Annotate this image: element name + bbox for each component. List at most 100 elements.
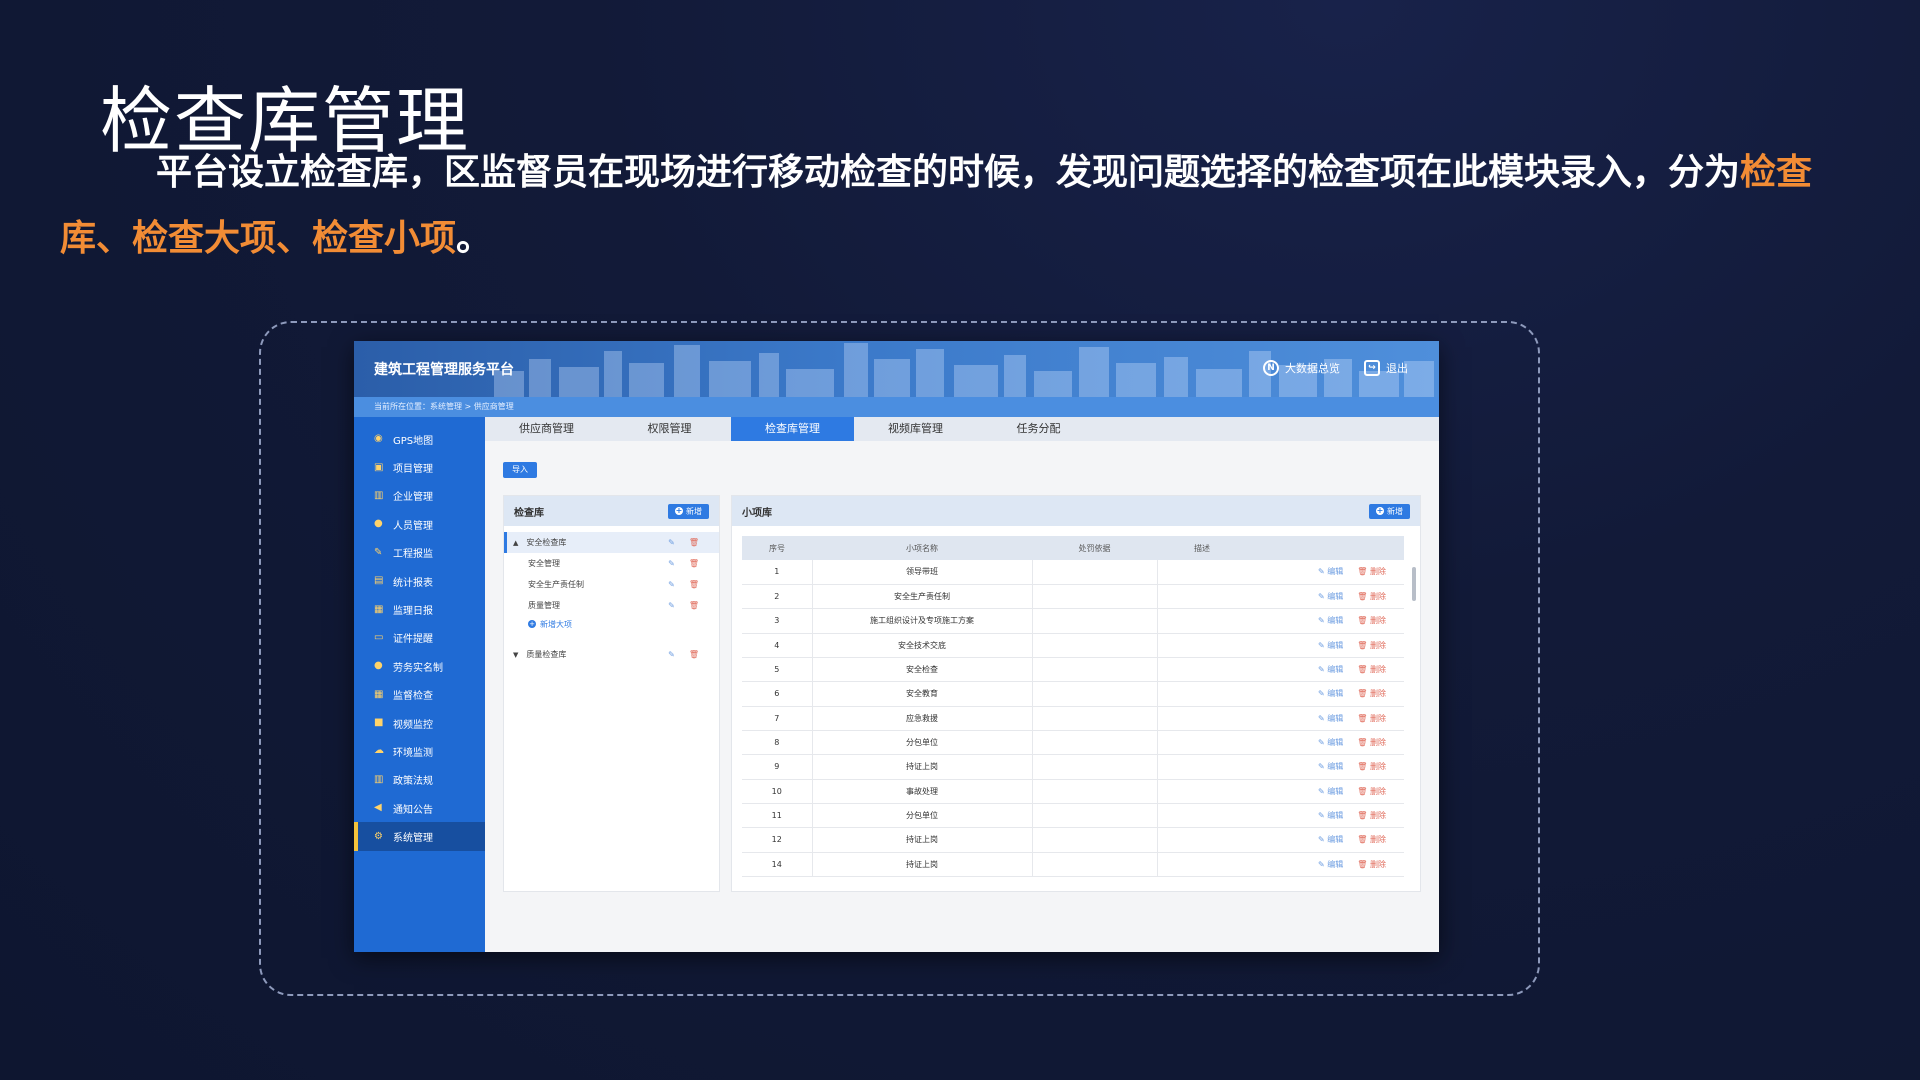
sidebar-item[interactable]: ◀ 通知公告: [354, 794, 485, 822]
row-delete-button[interactable]: 🗑 删除: [1357, 762, 1386, 771]
row-delete-button[interactable]: 🗑 删除: [1357, 811, 1386, 820]
tab[interactable]: 检查库管理: [731, 417, 854, 441]
row-edit-button[interactable]: ✎ 编辑: [1318, 762, 1343, 771]
sidebar-item[interactable]: ▤ 统计报表: [354, 567, 485, 595]
row-delete-button[interactable]: 🗑 删除: [1357, 592, 1386, 601]
row-edit-button[interactable]: ✎ 编辑: [1318, 616, 1343, 625]
tab[interactable]: 任务分配: [977, 417, 1100, 441]
sidebar-item[interactable]: ☁ 环境监测: [354, 737, 485, 765]
row-penalty-basis: [1031, 633, 1157, 658]
expand-arrow-icon[interactable]: ▼: [513, 651, 518, 659]
tree-item-label: 安全生产责任制: [528, 580, 584, 589]
row-name: 应急救援: [811, 706, 1032, 731]
row-edit-button[interactable]: ✎ 编辑: [1318, 835, 1343, 844]
row-penalty-basis: [1031, 560, 1157, 585]
tree-item[interactable]: 质量管理 ✎ 🗑: [504, 595, 719, 616]
sidebar-item[interactable]: ■ 视频监控: [354, 709, 485, 737]
delete-icon: 🗑: [1357, 689, 1370, 699]
edit-icon[interactable]: ✎: [668, 580, 675, 589]
row-delete-button[interactable]: 🗑 删除: [1357, 714, 1386, 723]
delete-icon[interactable]: 🗑: [689, 601, 699, 610]
sub-item-add-button[interactable]: + 新增: [1369, 503, 1410, 519]
sidebar: ◉ GPS地图 ▣ 项目管理 ▥ 企业管理 ● 人员管理 ✎ 工程报监 ▤ 统计报表 ▦ 监理日报 ▭ 证件提…: [354, 417, 485, 952]
check-library-panel: 检查库 + 新增 ▲ 安全检查库 ✎ 🗑 安全管理 ✎ 🗑 安全生产责任制 ✎ 🗑 质量…: [503, 495, 720, 892]
edit-icon[interactable]: ✎: [668, 601, 675, 610]
row-delete-button[interactable]: 🗑 删除: [1357, 616, 1386, 625]
sidebar-item-label: 劳务实名制: [393, 662, 443, 674]
row-actions: ✎ 编辑 🗑 删除: [1247, 681, 1404, 707]
tree-group-safety[interactable]: ▲ 安全检查库 ✎ 🗑: [504, 532, 719, 553]
delete-icon[interactable]: 🗑: [689, 538, 699, 547]
breadcrumb: 当前所在位置：系统管理 > 供应商管理: [354, 397, 1439, 417]
row-number: 7: [742, 706, 812, 731]
tree-group-quality[interactable]: ▼ 质量检查库 ✎ 🗑: [504, 644, 719, 665]
row-delete-button[interactable]: 🗑 删除: [1357, 835, 1386, 844]
sidebar-item[interactable]: ▭ 证件提醒: [354, 624, 485, 652]
row-name: 安全检查: [811, 657, 1032, 683]
plus-icon: +: [675, 506, 683, 515]
edit-icon[interactable]: ✎: [668, 559, 675, 568]
sidebar-item[interactable]: ⚙ 系统管理: [354, 822, 485, 851]
tab[interactable]: 视频库管理: [854, 417, 977, 441]
delete-icon[interactable]: 🗑: [689, 650, 699, 659]
sidebar-item[interactable]: ▥ 企业管理: [354, 482, 485, 510]
sidebar-item[interactable]: ▣ 项目管理: [354, 453, 485, 481]
tab[interactable]: 权限管理: [608, 417, 731, 441]
sidebar-item-label: 企业管理: [393, 492, 433, 504]
row-delete-button[interactable]: 🗑 删除: [1357, 567, 1386, 576]
sidebar-item[interactable]: ◉ GPS地图: [354, 425, 485, 453]
bigdata-overview-button[interactable]: N 大数据总览: [1263, 360, 1340, 376]
logout-button[interactable]: ↪ 退出: [1364, 360, 1408, 376]
sidebar-item-label: 系统管理: [393, 833, 433, 845]
delete-icon[interactable]: 🗑: [689, 559, 699, 568]
scrollbar[interactable]: [1412, 567, 1416, 601]
delete-label: 删除: [1370, 616, 1386, 626]
sidebar-item[interactable]: ● 劳务实名制: [354, 652, 485, 680]
edit-icon: ✎: [1318, 665, 1328, 675]
tree-item[interactable]: 安全管理 ✎ 🗑: [504, 553, 719, 574]
edit-icon[interactable]: ✎: [668, 538, 675, 547]
table-row: 12 持证上岗 ✎ 编辑 🗑 删除: [742, 827, 1404, 853]
row-delete-button[interactable]: 🗑 删除: [1357, 689, 1386, 698]
row-delete-button[interactable]: 🗑 删除: [1357, 860, 1386, 869]
row-edit-button[interactable]: ✎ 编辑: [1318, 689, 1343, 698]
sidebar-item[interactable]: ✎ 工程报监: [354, 539, 485, 567]
row-edit-button[interactable]: ✎ 编辑: [1318, 811, 1343, 820]
row-number: 1: [742, 560, 812, 585]
sidebar-item[interactable]: ● 人员管理: [354, 510, 485, 538]
collapse-arrow-icon[interactable]: ▲: [513, 539, 518, 547]
row-edit-button[interactable]: ✎ 编辑: [1318, 787, 1343, 796]
delete-icon: 🗑: [1357, 616, 1370, 626]
row-delete-button[interactable]: 🗑 删除: [1357, 665, 1386, 674]
sidebar-item[interactable]: ▦ 监理日报: [354, 595, 485, 623]
delete-icon[interactable]: 🗑: [689, 580, 699, 589]
row-edit-button[interactable]: ✎ 编辑: [1318, 714, 1343, 723]
sidebar-item[interactable]: ▥ 政策法规: [354, 766, 485, 794]
row-delete-button[interactable]: 🗑 删除: [1357, 738, 1386, 747]
tree-item[interactable]: 安全生产责任制 ✎ 🗑: [504, 574, 719, 595]
edit-icon[interactable]: ✎: [668, 650, 675, 659]
add-major-item-link[interactable]: + 新增大项: [504, 616, 719, 632]
row-number: 14: [742, 852, 812, 877]
row-edit-button[interactable]: ✎ 编辑: [1318, 860, 1343, 869]
row-penalty-basis: [1031, 803, 1157, 829]
edit-label: 编辑: [1327, 762, 1344, 772]
check-library-add-button[interactable]: + 新增: [668, 503, 709, 519]
row-edit-button[interactable]: ✎ 编辑: [1318, 738, 1343, 747]
row-delete-button[interactable]: 🗑 删除: [1357, 787, 1386, 796]
row-edit-button[interactable]: ✎ 编辑: [1318, 665, 1343, 674]
row-name: 分包单位: [811, 730, 1032, 756]
sidebar-item[interactable]: ▦ 监督检查: [354, 681, 485, 709]
delete-label: 删除: [1370, 762, 1386, 772]
edit-icon: ✎: [1318, 713, 1328, 723]
row-edit-button[interactable]: ✎ 编辑: [1318, 592, 1343, 601]
row-actions: ✎ 编辑 🗑 删除: [1247, 657, 1404, 683]
row-penalty-basis: [1031, 584, 1157, 610]
row-delete-button[interactable]: 🗑 删除: [1357, 641, 1386, 650]
row-actions: ✎ 编辑 🗑 删除: [1247, 560, 1404, 585]
plus-circle-icon: +: [528, 620, 536, 628]
import-button[interactable]: 导入: [503, 462, 537, 478]
tab[interactable]: 供应商管理: [485, 417, 608, 441]
row-edit-button[interactable]: ✎ 编辑: [1318, 567, 1343, 576]
row-edit-button[interactable]: ✎ 编辑: [1318, 641, 1343, 650]
